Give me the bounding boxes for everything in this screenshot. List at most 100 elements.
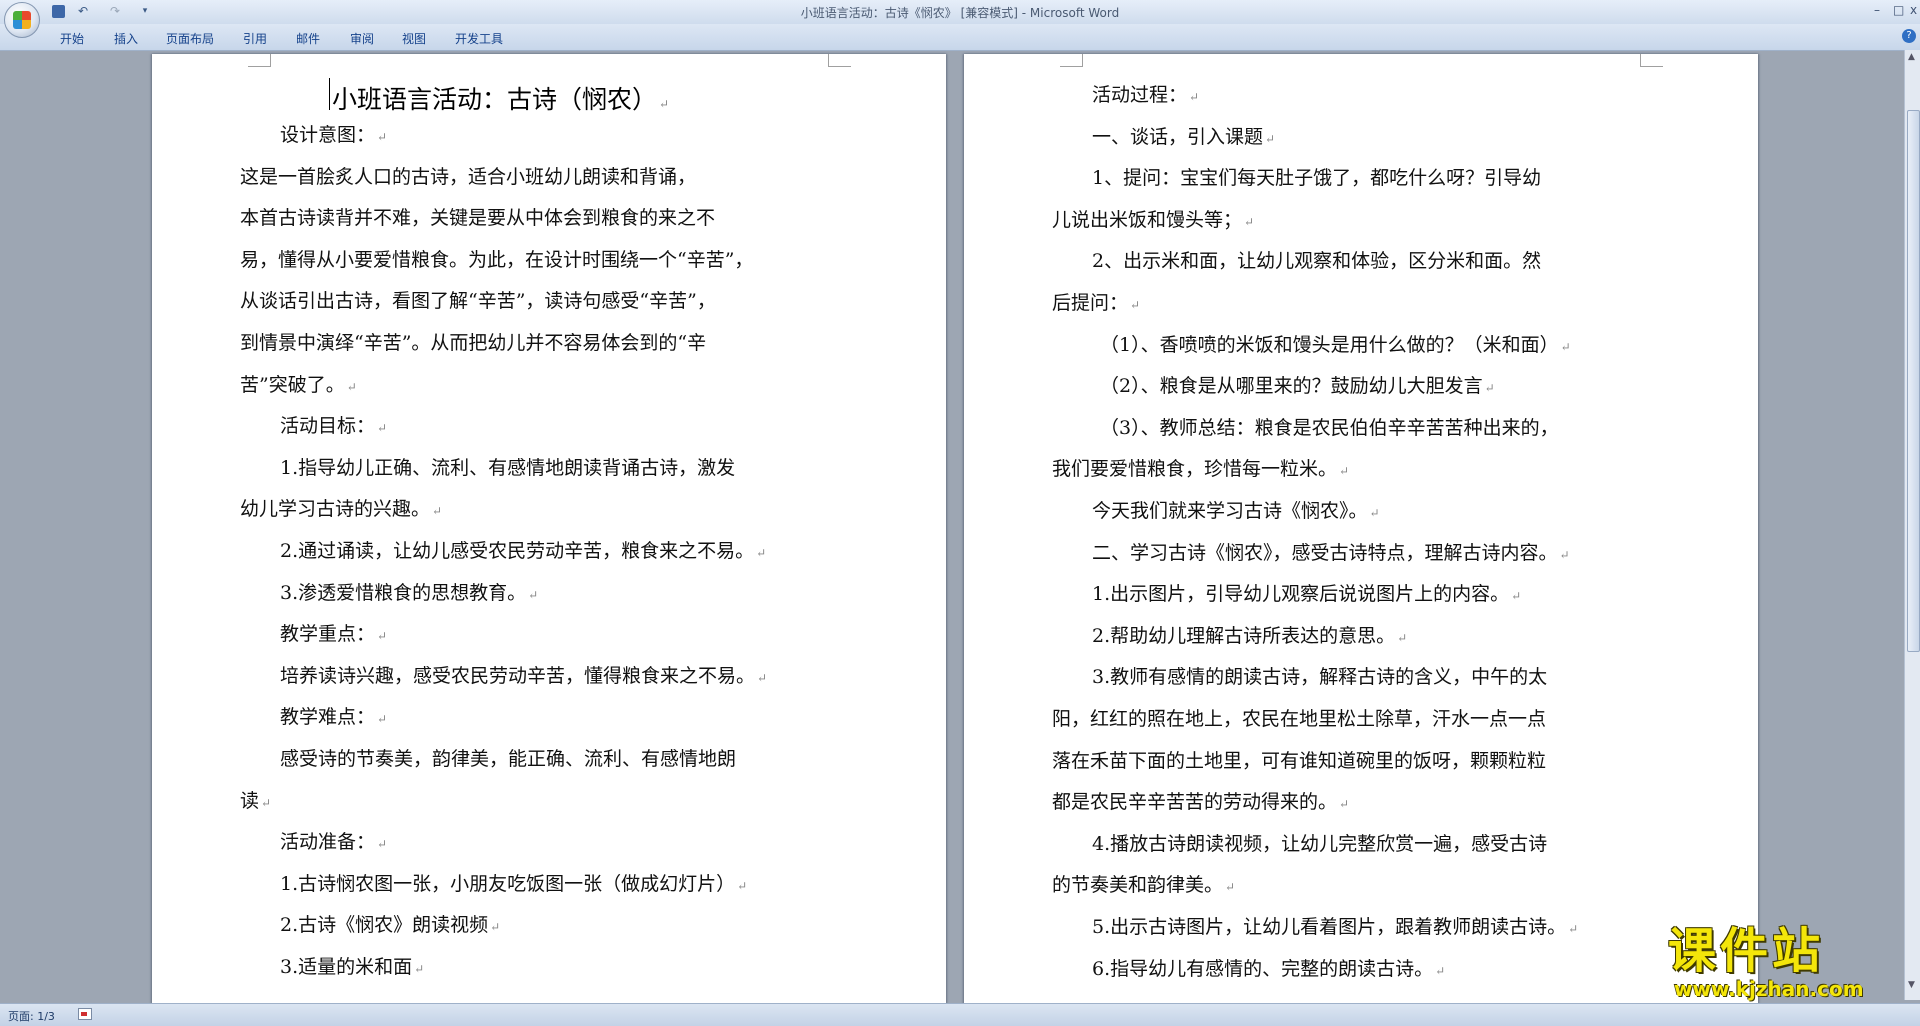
right-page-line: 儿说出米饭和馒头等； ↵ bbox=[1052, 209, 1254, 233]
left-page-line: 从谈话引出古诗，看图了解“辛苦”，读诗句感受“辛苦”， bbox=[240, 290, 716, 312]
document-page-2[interactable]: 活动过程： ↵ 一、谈话，引入课题 ↵ 1、提问：宝宝们每天肚子饿了，都吃什么呀？引导幼… bbox=[964, 54, 1758, 1004]
paragraph-mark-icon: ↵ bbox=[1568, 922, 1579, 936]
paragraph-mark-icon: ↵ bbox=[1225, 880, 1236, 895]
scroll-thumb[interactable] bbox=[1907, 110, 1920, 652]
paragraph-text: 1.古诗悯农图一张，小朋友吃饭图一张（做成幻灯片） bbox=[280, 872, 736, 895]
vertical-scrollbar[interactable]: ▲ ▼ bbox=[1904, 50, 1920, 1000]
paragraph-text: 易，懂得从小要爱惜粮食。为此，在设计时围绕一个“辛苦”， bbox=[240, 248, 754, 271]
paragraph-text: 2.帮助幼儿理解古诗所表达的意思。 bbox=[1092, 624, 1396, 647]
paragraph-text: 落在禾苗下面的土地里，可有谁知道碗里的饭呀，颗颗粒粒 bbox=[1052, 749, 1547, 772]
paragraph-text: 到情景中演绎“辛苦”。从而把幼儿并不容易体会到的“辛 bbox=[240, 332, 707, 354]
paragraph-text: 的节奏美和韵律美。 bbox=[1052, 874, 1224, 897]
paragraph-mark-icon: ↵ bbox=[1560, 339, 1571, 354]
maximize-button[interactable]: □ bbox=[1893, 3, 1904, 17]
proofing-status-icon[interactable] bbox=[78, 1008, 92, 1020]
paragraph-text: 1.指导幼儿正确、流利、有感情地朗读背诵古诗，激发 bbox=[280, 456, 736, 479]
left-page-line: 活动准备： ↵ bbox=[280, 831, 387, 855]
left-page-line: 苦”突破了。 ↵ bbox=[240, 374, 357, 398]
paragraph-mark-icon: ↵ bbox=[414, 962, 425, 976]
paragraph-mark-icon: ↵ bbox=[377, 421, 388, 436]
paragraph-mark-icon: ↵ bbox=[528, 587, 539, 602]
paragraph-text: 6.指导幼儿有感情的、完整的朗读古诗。 bbox=[1092, 957, 1434, 980]
scroll-up-icon[interactable]: ▲ bbox=[1908, 52, 1915, 62]
crop-mark bbox=[828, 54, 851, 67]
tab-developer[interactable]: 开发工具 bbox=[455, 30, 503, 47]
paragraph-text: 二、学习古诗《悯农》，感受古诗特点，理解古诗内容。 bbox=[1092, 541, 1558, 564]
paragraph-text: 3.教师有感情的朗读古诗，解释古诗的含义，中午的太 bbox=[1092, 666, 1548, 689]
paragraph-mark-icon: ↵ bbox=[377, 837, 388, 852]
paragraph-mark-icon: ↵ bbox=[737, 878, 748, 893]
crop-mark bbox=[248, 54, 271, 67]
paragraph-text: 后提问： bbox=[1052, 292, 1129, 314]
left-page-line: 感受诗的节奏美，韵律美，能正确、流利、有感情地朗 bbox=[280, 748, 736, 770]
paragraph-text: 5.出示古诗图片，让幼儿看着图片，跟着教师朗读古诗。 bbox=[1092, 916, 1567, 938]
paragraph-mark-icon: ↵ bbox=[1397, 630, 1408, 645]
left-page-line: 2.通过诵读，让幼儿感受农民劳动辛苦，粮食来之不易。 ↵ bbox=[280, 540, 766, 564]
left-page-line: 培养读诗兴趣，感受农民劳动辛苦，懂得粮食来之不易。 ↵ bbox=[280, 665, 767, 689]
paragraph-mark-icon: ↵ bbox=[1511, 589, 1522, 604]
document-page-1[interactable]: 小班语言活动：古诗（悯农） ↵ 设计意图： ↵ 这是一首脍炙人口的古诗，适合小班幼儿朗… bbox=[152, 54, 946, 1004]
scroll-down-icon[interactable]: ▼ bbox=[1908, 980, 1915, 990]
paragraph-mark-icon: ↵ bbox=[490, 920, 501, 935]
paragraph-text: 活动准备： bbox=[280, 831, 376, 854]
right-page-line: 都是农民辛辛苦苦的劳动得来的。 ↵ bbox=[1052, 791, 1349, 815]
tab-page-layout[interactable]: 页面布局 bbox=[166, 30, 214, 47]
paragraph-text: 1.出示图片，引导幼儿观察后说说图片上的内容。 bbox=[1092, 583, 1510, 606]
paragraph-text: 这是一首脍炙人口的古诗，适合小班幼儿朗读和背诵， bbox=[240, 165, 697, 188]
help-icon[interactable]: ? bbox=[1902, 29, 1916, 43]
right-page-line: 1、提问：宝宝们每天肚子饿了，都吃什么呀？引导幼 bbox=[1092, 167, 1541, 189]
paragraph-text: 都是农民辛辛苦苦的劳动得来的。 bbox=[1052, 791, 1338, 814]
right-page-line: （1）、香喷喷的米饭和馒头是用什么做的？（米和面） ↵ bbox=[1100, 334, 1571, 358]
tab-references[interactable]: 引用 bbox=[243, 30, 267, 47]
right-page-line: 2.帮助幼儿理解古诗所表达的意思。 ↵ bbox=[1092, 625, 1407, 649]
paragraph-text: 读 bbox=[240, 789, 260, 812]
page-count-status[interactable]: 页面: 1/3 bbox=[8, 1008, 55, 1024]
paragraph-mark-icon: ↵ bbox=[432, 504, 443, 519]
office-button[interactable] bbox=[4, 2, 40, 38]
right-page-line: 6.指导幼儿有感情的、完整的朗读古诗。 ↵ bbox=[1092, 958, 1445, 982]
paragraph-text: 苦”突破了。 bbox=[240, 373, 345, 396]
tab-review[interactable]: 审阅 bbox=[350, 30, 374, 47]
paragraph-text: 感受诗的节奏美，韵律美，能正确、流利、有感情地朗 bbox=[280, 748, 737, 770]
paragraph-mark-icon: ↵ bbox=[1369, 506, 1380, 520]
right-page-line: 后提问： ↵ bbox=[1052, 292, 1140, 316]
left-page-line: 本首古诗读背并不难，关键是要从中体会到粮食的来之不 bbox=[240, 207, 715, 229]
left-page-line: 易，懂得从小要爱惜粮食。为此，在设计时围绕一个“辛苦”， bbox=[240, 249, 753, 271]
paragraph-text: 活动目标： bbox=[280, 415, 376, 438]
right-page-line: 我们要爱惜粮食，珍惜每一粒米。 ↵ bbox=[1052, 458, 1349, 482]
tab-view[interactable]: 视图 bbox=[402, 30, 426, 47]
paragraph-text: 从谈话引出古诗，看图了解“辛苦”，读诗句感受“辛苦”， bbox=[240, 290, 716, 313]
tab-home[interactable]: 开始 bbox=[60, 30, 84, 47]
right-page-line: 3.教师有感情的朗读古诗，解释古诗的含义，中午的太 bbox=[1092, 666, 1547, 688]
paragraph-mark-icon: ↵ bbox=[1484, 381, 1495, 396]
title-bar: ↶ ↷ ▾ 小班语言活动：古诗《悯农》 [兼容模式] - Microsoft W… bbox=[0, 0, 1920, 38]
paragraph-mark-icon: ↵ bbox=[346, 379, 357, 394]
office-logo-icon bbox=[13, 11, 31, 29]
paragraph-text: 活动过程： bbox=[1092, 84, 1188, 106]
paragraph-mark-icon: ↵ bbox=[377, 712, 388, 727]
watermark: 课件站 www.kjzhan.com bbox=[1668, 925, 1908, 1001]
paragraph-text: 本首古诗读背并不难，关键是要从中体会到粮食的来之不 bbox=[240, 207, 716, 230]
right-page-line: 的节奏美和韵律美。 ↵ bbox=[1052, 874, 1235, 898]
paragraph-mark-icon: ↵ bbox=[1189, 90, 1200, 104]
tab-mailings[interactable]: 邮件 bbox=[296, 30, 320, 47]
paragraph-text: 设计意图： bbox=[280, 124, 376, 146]
left-page-line: 幼儿学习古诗的兴趣。 ↵ bbox=[240, 498, 442, 522]
watermark-url: www.kjzhan.com bbox=[1674, 977, 1864, 1001]
document-title: 小班语言活动：古诗（悯农） ↵ bbox=[332, 85, 670, 114]
paragraph-mark-icon: ↵ bbox=[377, 629, 388, 644]
paragraph-text: 3.适量的米和面 bbox=[280, 956, 413, 978]
tab-insert[interactable]: 插入 bbox=[114, 30, 138, 47]
paragraph-text: 4.播放古诗朗读视频，让幼儿完整欣赏一遍，感受古诗 bbox=[1092, 832, 1548, 855]
minimize-button[interactable]: – bbox=[1874, 3, 1880, 17]
paragraph-text: 儿说出米饭和馒头等； bbox=[1052, 208, 1243, 231]
left-page-line: 1.指导幼儿正确、流利、有感情地朗读背诵古诗，激发 bbox=[280, 457, 735, 479]
paragraph-text: （3）、教师总结：粮食是农民伯伯辛辛苦苦种出来的， bbox=[1100, 416, 1559, 439]
paragraph-text: 教学难点： bbox=[280, 706, 376, 729]
paragraph-text: 2、出示米和面，让幼儿观察和体验，区分米和面。然 bbox=[1092, 250, 1542, 273]
close-button[interactable]: x bbox=[1910, 3, 1917, 17]
paragraph-text: 我们要爱惜粮食，珍惜每一粒米。 bbox=[1052, 458, 1338, 481]
paragraph-mark-icon: ↵ bbox=[1435, 963, 1446, 978]
right-page-line: 一、谈话，引入课题 ↵ bbox=[1092, 126, 1275, 150]
paragraph-mark-icon: ↵ bbox=[1244, 214, 1255, 229]
